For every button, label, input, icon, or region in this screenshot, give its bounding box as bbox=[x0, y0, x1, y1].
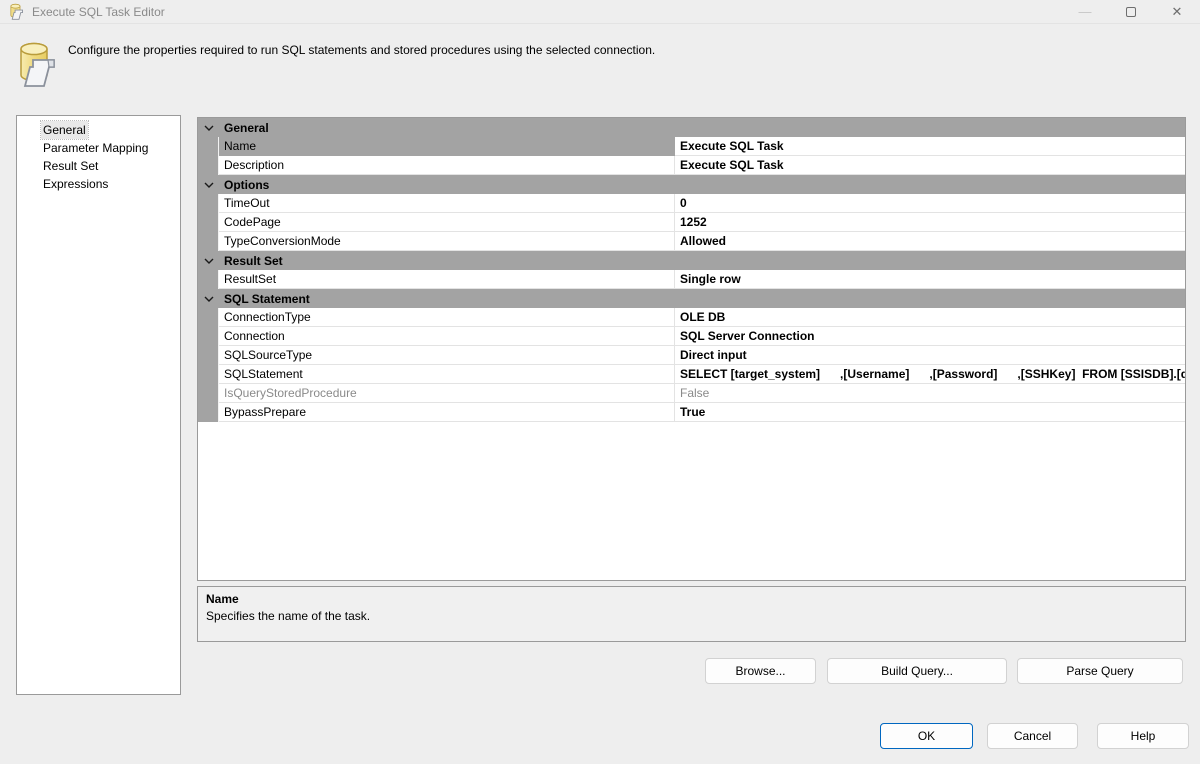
property-name: ConnectionType bbox=[219, 308, 675, 327]
dialog-description: Configure the properties required to run… bbox=[68, 43, 968, 57]
property-name: SQLStatement bbox=[219, 365, 675, 384]
property-value[interactable]: 0 bbox=[675, 194, 1185, 213]
row-gutter bbox=[198, 194, 219, 213]
row-gutter bbox=[198, 270, 219, 289]
property-description-title: Name bbox=[206, 592, 1177, 606]
property-name: Description bbox=[219, 156, 675, 175]
chevron-down-icon[interactable] bbox=[198, 296, 220, 302]
title-bar: Execute SQL Task Editor — ✕ bbox=[0, 0, 1200, 24]
section-header-options[interactable]: Options bbox=[198, 175, 1185, 194]
property-value[interactable]: Allowed bbox=[675, 232, 1185, 251]
section-title: SQL Statement bbox=[220, 292, 310, 306]
sidebar-item-result-set[interactable]: Result Set bbox=[17, 157, 180, 175]
sidebar-item-label: Expressions bbox=[41, 175, 110, 193]
property-value[interactable]: Execute SQL Task bbox=[675, 156, 1185, 175]
sidebar-item-label: Parameter Mapping bbox=[41, 139, 150, 157]
property-row-name[interactable]: Name Execute SQL Task bbox=[198, 137, 1185, 156]
row-gutter bbox=[198, 137, 219, 156]
section-header-general[interactable]: General bbox=[198, 118, 1185, 137]
maximize-icon[interactable] bbox=[1108, 0, 1154, 24]
row-gutter bbox=[198, 346, 219, 365]
property-row-sqlsourcetype[interactable]: SQLSourceType Direct input bbox=[198, 346, 1185, 365]
property-value[interactable]: 1252 bbox=[675, 213, 1185, 232]
row-gutter bbox=[198, 403, 219, 422]
parse-query-button[interactable]: Parse Query bbox=[1017, 658, 1183, 684]
property-row-connectiontype[interactable]: ConnectionType OLE DB bbox=[198, 308, 1185, 327]
chevron-down-icon[interactable] bbox=[198, 125, 220, 131]
page-list: General Parameter Mapping Result Set Exp… bbox=[16, 115, 181, 695]
section-title: Result Set bbox=[220, 254, 283, 268]
property-description-text: Specifies the name of the task. bbox=[206, 609, 1177, 623]
property-row-timeout[interactable]: TimeOut 0 bbox=[198, 194, 1185, 213]
sidebar-item-general[interactable]: General bbox=[17, 121, 180, 139]
property-grid: General Name Execute SQL Task Descriptio… bbox=[197, 117, 1186, 581]
close-icon[interactable]: ✕ bbox=[1154, 0, 1200, 24]
chevron-down-icon[interactable] bbox=[198, 258, 220, 264]
property-row-bypassprepare[interactable]: BypassPrepare True bbox=[198, 403, 1185, 422]
row-gutter bbox=[198, 308, 219, 327]
browse-button[interactable]: Browse... bbox=[705, 658, 816, 684]
property-row-codepage[interactable]: CodePage 1252 bbox=[198, 213, 1185, 232]
property-name: TimeOut bbox=[219, 194, 675, 213]
property-description-panel: Name Specifies the name of the task. bbox=[197, 586, 1186, 642]
cancel-button[interactable]: Cancel bbox=[987, 723, 1078, 749]
property-row-sqlstatement[interactable]: SQLStatement SELECT [target_system] ,[Us… bbox=[198, 365, 1185, 384]
chevron-down-icon[interactable] bbox=[198, 182, 220, 188]
section-header-result-set[interactable]: Result Set bbox=[198, 251, 1185, 270]
row-gutter bbox=[198, 327, 219, 346]
property-name: ResultSet bbox=[219, 270, 675, 289]
sidebar-item-label: Result Set bbox=[41, 157, 100, 175]
section-header-sql-statement[interactable]: SQL Statement bbox=[198, 289, 1185, 308]
property-value[interactable]: Execute SQL Task bbox=[675, 137, 1185, 156]
property-name: Name bbox=[219, 137, 675, 156]
row-gutter bbox=[198, 365, 219, 384]
sidebar-item-expressions[interactable]: Expressions bbox=[17, 175, 180, 193]
property-value[interactable]: OLE DB bbox=[675, 308, 1185, 327]
property-row-resultset[interactable]: ResultSet Single row bbox=[198, 270, 1185, 289]
row-gutter bbox=[198, 232, 219, 251]
window-controls: — ✕ bbox=[1062, 0, 1200, 23]
row-gutter bbox=[198, 213, 219, 232]
build-query-button[interactable]: Build Query... bbox=[827, 658, 1007, 684]
sql-task-app-icon bbox=[8, 3, 25, 20]
property-row-typeconversionmode[interactable]: TypeConversionMode Allowed bbox=[198, 232, 1185, 251]
ok-button[interactable]: OK bbox=[880, 723, 973, 749]
property-value[interactable]: False bbox=[675, 384, 1185, 403]
section-title: Options bbox=[220, 178, 269, 192]
row-gutter bbox=[198, 156, 219, 175]
property-name: TypeConversionMode bbox=[219, 232, 675, 251]
sidebar-item-label: General bbox=[41, 121, 88, 139]
property-value[interactable]: SQL Server Connection bbox=[675, 327, 1185, 346]
execute-sql-task-editor-dialog: { "window": { "title": "Execute SQL Task… bbox=[0, 0, 1200, 764]
property-row-description[interactable]: Description Execute SQL Task bbox=[198, 156, 1185, 175]
property-value[interactable]: Direct input bbox=[675, 346, 1185, 365]
property-name: BypassPrepare bbox=[219, 403, 675, 422]
window-title: Execute SQL Task Editor bbox=[32, 5, 165, 19]
property-value[interactable]: Single row bbox=[675, 270, 1185, 289]
property-row-isquerystoredprocedure[interactable]: IsQueryStoredProcedure False bbox=[198, 384, 1185, 403]
property-row-connection[interactable]: Connection SQL Server Connection bbox=[198, 327, 1185, 346]
property-value[interactable]: SELECT [target_system] ,[Username] ,[Pas… bbox=[675, 365, 1185, 384]
property-name: Connection bbox=[219, 327, 675, 346]
property-name: IsQueryStoredProcedure bbox=[219, 384, 675, 403]
sidebar-item-parameter-mapping[interactable]: Parameter Mapping bbox=[17, 139, 180, 157]
help-button[interactable]: Help bbox=[1097, 723, 1189, 749]
section-title: General bbox=[220, 121, 269, 135]
property-name: SQLSourceType bbox=[219, 346, 675, 365]
minimize-icon[interactable]: — bbox=[1062, 0, 1108, 24]
sql-task-header-icon bbox=[17, 40, 57, 88]
property-value[interactable]: True bbox=[675, 403, 1185, 422]
row-gutter bbox=[198, 384, 219, 403]
property-name: CodePage bbox=[219, 213, 675, 232]
